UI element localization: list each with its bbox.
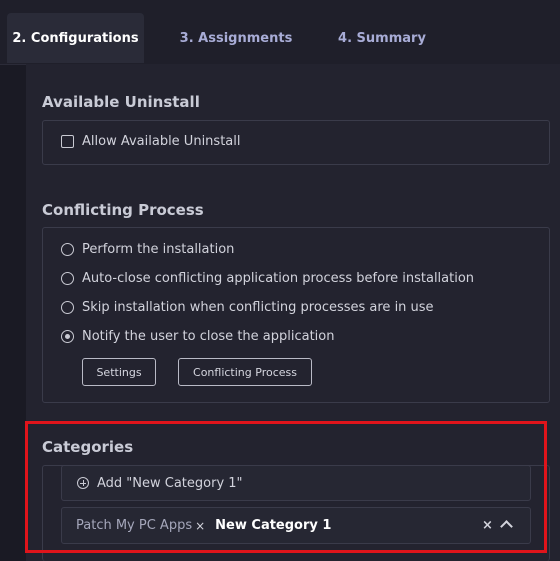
radio-perform-installation[interactable]: Perform the installation	[61, 242, 234, 257]
conflicting-process-title: Conflicting Process	[42, 201, 204, 219]
conflicting-process-button[interactable]: Conflicting Process	[178, 358, 312, 386]
radio-icon	[61, 243, 74, 256]
radio-label: Perform the installation	[82, 242, 235, 257]
checkbox-icon	[61, 135, 74, 148]
available-uninstall-title: Available Uninstall	[42, 93, 200, 111]
radio-label: Skip installation when conflicting proce…	[82, 300, 434, 315]
highlight-box	[25, 421, 547, 553]
tab-assignments[interactable]: 3. Assignments	[172, 13, 300, 63]
allow-available-uninstall-label: Allow Available Uninstall	[82, 134, 241, 149]
radio-icon	[61, 301, 74, 314]
radio-notify-user[interactable]: Notify the user to close the application	[61, 329, 335, 344]
radio-checked-icon	[61, 330, 74, 343]
tab-bar: 2. Configurations 3. Assignments 4. Summ…	[0, 0, 560, 65]
tab-summary[interactable]: 4. Summary	[330, 13, 434, 63]
radio-auto-close[interactable]: Auto-close conflicting application proce…	[61, 271, 474, 286]
radio-label: Notify the user to close the application	[82, 329, 335, 344]
radio-icon	[61, 272, 74, 285]
settings-button[interactable]: Settings	[82, 358, 156, 386]
tab-configurations[interactable]: 2. Configurations	[7, 13, 144, 63]
radio-label: Auto-close conflicting application proce…	[82, 271, 475, 286]
allow-available-uninstall-checkbox[interactable]: Allow Available Uninstall	[61, 134, 240, 149]
radio-skip-installation[interactable]: Skip installation when conflicting proce…	[61, 300, 434, 315]
